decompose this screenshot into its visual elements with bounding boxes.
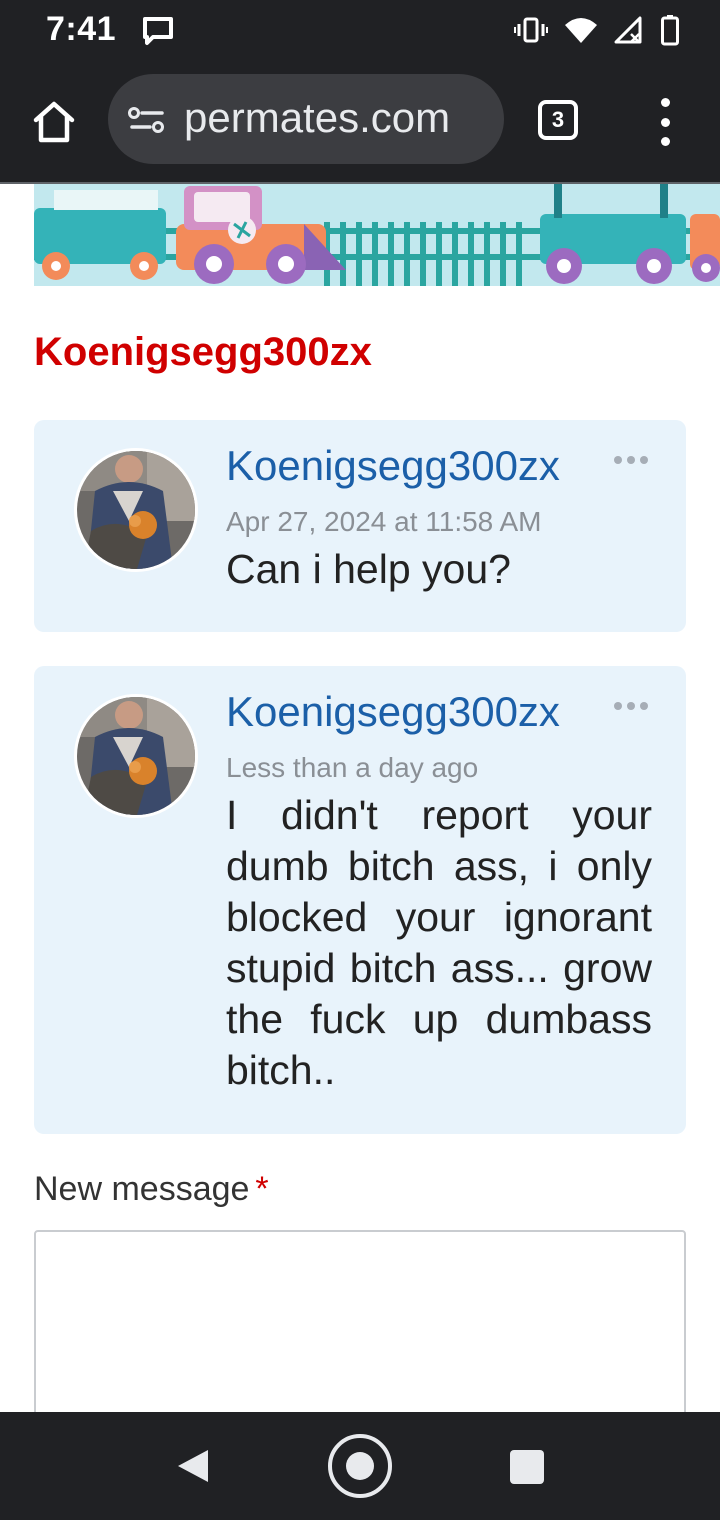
message-body: I didn't report your dumb bitch ass, i o…: [226, 792, 652, 1093]
required-marker: *: [255, 1170, 269, 1208]
message-timestamp: Apr 27, 2024 at 11:58 AM: [226, 506, 542, 537]
message-author-link[interactable]: Koenigsegg300zx: [226, 442, 560, 490]
browser-menu-button[interactable]: [650, 98, 680, 146]
address-bar[interactable]: permates.com: [108, 74, 504, 164]
message-item: Koenigsegg300zx Apr 27, 2024 at 11:58 AM…: [34, 420, 686, 632]
menu-dot-icon: [660, 98, 670, 107]
site-settings-icon[interactable]: [128, 106, 168, 139]
vibrate-icon: [514, 16, 548, 49]
nav-home-button[interactable]: [328, 1434, 392, 1498]
message-actions-button[interactable]: [614, 702, 648, 710]
nav-back-button[interactable]: [174, 1446, 214, 1491]
new-message-input[interactable]: [34, 1230, 686, 1412]
message-actions-button[interactable]: [614, 456, 648, 464]
menu-dot-icon: [660, 137, 670, 146]
site-banner-image: [34, 184, 720, 286]
user-photo-icon: [77, 451, 195, 569]
user-photo-icon: [77, 697, 195, 815]
message-notification-icon: [142, 16, 174, 51]
home-button[interactable]: [30, 98, 78, 146]
nav-recents-button[interactable]: [510, 1450, 544, 1484]
home-icon: [33, 101, 75, 143]
menu-dot-icon: [660, 117, 670, 127]
message-body: Can i help you?: [226, 546, 511, 592]
cellular-signal-icon: [614, 15, 644, 50]
url-text[interactable]: permates.com: [184, 94, 450, 142]
more-dot-icon: [627, 702, 635, 710]
new-message-label-text: New message: [34, 1170, 250, 1208]
more-dot-icon: [627, 456, 635, 464]
status-bar: 7:41: [0, 0, 720, 62]
web-page: Koenigsegg300zx Koenigsegg300zx Apr 27, …: [0, 182, 720, 1412]
message-author-link[interactable]: Koenigsegg300zx: [226, 688, 560, 736]
back-triangle-icon: [178, 1450, 208, 1482]
more-dot-icon: [614, 702, 622, 710]
browser-toolbar: permates.com 3: [0, 62, 720, 182]
status-time: 7:41: [46, 10, 117, 48]
new-message-label: New message *: [34, 1170, 269, 1209]
avatar[interactable]: [74, 694, 198, 818]
system-navigation-bar: [0, 1412, 720, 1520]
avatar[interactable]: [74, 448, 198, 572]
battery-icon: [660, 14, 680, 51]
more-dot-icon: [614, 456, 622, 464]
more-dot-icon: [640, 456, 648, 464]
wifi-icon: [564, 16, 598, 49]
tab-switcher-button[interactable]: 3: [538, 100, 578, 140]
message-timestamp: Less than a day ago: [226, 752, 479, 783]
message-item: Koenigsegg300zx Less than a day ago I di…: [34, 666, 686, 1134]
more-dot-icon: [640, 702, 648, 710]
conversation-title: Koenigsegg300zx: [34, 330, 372, 374]
